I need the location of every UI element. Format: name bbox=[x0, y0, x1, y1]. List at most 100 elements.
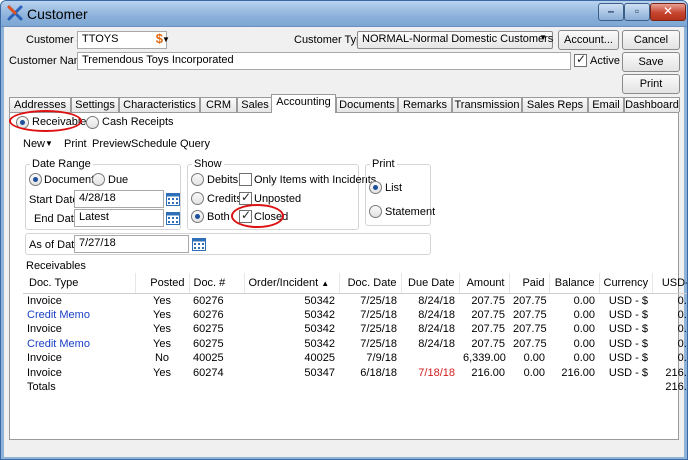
table-row[interactable]: Invoice No 40025 40025 7/9/18 6,339.00 0… bbox=[23, 351, 687, 366]
print-button[interactable]: Print bbox=[622, 74, 680, 94]
both-radio[interactable] bbox=[191, 210, 204, 223]
tab-crm[interactable]: CRM bbox=[200, 97, 237, 112]
toolbar-print-button[interactable]: Print bbox=[64, 138, 87, 150]
as-of-date-field[interactable]: 7/27/18 bbox=[74, 235, 189, 253]
totals-label: Totals bbox=[27, 381, 56, 394]
toolbar-query-button[interactable]: Query bbox=[180, 138, 210, 150]
tab-settings[interactable]: Settings bbox=[71, 97, 119, 112]
tab-dashboard[interactable]: Dashboard bbox=[624, 97, 680, 112]
cell-posted: Yes bbox=[153, 294, 171, 307]
chevron-down-icon[interactable]: ▼ bbox=[162, 35, 170, 44]
cell-doc-number: 60275 bbox=[193, 323, 224, 336]
calendar-icon[interactable] bbox=[192, 237, 206, 251]
tab-documents[interactable]: Documents bbox=[336, 97, 398, 112]
customer-name-field[interactable]: Tremendous Toys Incorporated bbox=[77, 52, 571, 70]
cell-usd: 0.00 bbox=[677, 294, 687, 307]
cell-doc-type: Invoice bbox=[27, 323, 62, 336]
sort-asc-icon: ▲ bbox=[321, 278, 330, 288]
calendar-icon[interactable] bbox=[166, 192, 180, 206]
table-row[interactable]: Credit Memo Yes 60276 50342 7/25/18 8/24… bbox=[23, 308, 687, 323]
toolbar-schedule-button[interactable]: Schedule bbox=[131, 138, 177, 150]
print-statement-radio[interactable] bbox=[369, 205, 382, 218]
cell-doc-type: Invoice bbox=[27, 366, 62, 379]
cell-due-date: 8/24/18 bbox=[418, 308, 455, 321]
calendar-icon[interactable] bbox=[166, 211, 180, 225]
totals-usd: 216.00 bbox=[665, 381, 687, 394]
toolbar-preview-button[interactable]: Preview bbox=[92, 138, 131, 150]
save-button[interactable]: Save bbox=[622, 52, 680, 72]
table-row[interactable]: Invoice Yes 60276 50342 7/25/18 8/24/18 … bbox=[23, 293, 687, 308]
debits-radio[interactable] bbox=[191, 173, 204, 186]
tab-characteristics[interactable]: Characteristics bbox=[119, 97, 200, 112]
col-doc-date[interactable]: Doc. Date bbox=[339, 273, 402, 294]
document-date-label: Document bbox=[44, 174, 95, 186]
customer-window: Customer – ▫ ✕ Customer #: TTOYS $ ▼ Cus… bbox=[0, 0, 688, 460]
col-usd[interactable]: USD-$) bbox=[652, 273, 687, 294]
col-order-incident[interactable]: Order/Incident ▲ bbox=[244, 273, 340, 294]
col-due-date[interactable]: Due Date bbox=[401, 273, 460, 294]
date-range-title: Date Range bbox=[30, 158, 93, 170]
tab-sales-reps[interactable]: Sales Reps bbox=[522, 97, 588, 112]
cell-doc-type: Invoice bbox=[27, 294, 62, 307]
minimize-button[interactable]: – bbox=[598, 3, 624, 21]
cell-doc-type[interactable]: Credit Memo bbox=[23, 308, 135, 323]
credits-radio[interactable] bbox=[191, 192, 204, 205]
unposted-checkbox[interactable] bbox=[239, 190, 252, 205]
close-window-button[interactable]: ✕ bbox=[650, 3, 686, 21]
maximize-button[interactable]: ▫ bbox=[624, 3, 650, 21]
tab-email[interactable]: Email bbox=[588, 97, 624, 112]
cell-doc-number: 60274 bbox=[193, 366, 224, 379]
col-currency[interactable]: Currency bbox=[599, 273, 653, 294]
table-row[interactable]: Invoice Yes 60274 50347 6/18/18 7/18/18 … bbox=[23, 366, 687, 381]
chevron-down-icon: ▼ bbox=[539, 33, 547, 42]
cash-receipts-radio[interactable] bbox=[86, 116, 99, 129]
customer-number-field[interactable]: TTOYS $ bbox=[77, 31, 167, 49]
col-doc-number[interactable]: Doc. # bbox=[189, 273, 245, 294]
cancel-button[interactable]: Cancel bbox=[622, 30, 680, 50]
col-amount[interactable]: Amount bbox=[459, 273, 510, 294]
col-balance[interactable]: Balance bbox=[549, 273, 600, 294]
col-doc-type[interactable]: Doc. Type bbox=[23, 273, 136, 294]
tab-transmission[interactable]: Transmission bbox=[452, 97, 522, 112]
chevron-down-icon[interactable]: ▼ bbox=[45, 139, 53, 148]
start-date-field[interactable]: 4/28/18 bbox=[74, 190, 164, 208]
cell-balance: 0.00 bbox=[573, 323, 595, 336]
tab-remarks[interactable]: Remarks bbox=[398, 97, 452, 112]
cell-amount: 216.00 bbox=[471, 366, 505, 379]
col-paid[interactable]: Paid bbox=[509, 273, 550, 294]
cell-usd: 0.00 bbox=[677, 323, 687, 336]
cell-due-date bbox=[401, 351, 459, 366]
cell-balance: 0.00 bbox=[573, 352, 595, 365]
table-row[interactable]: Invoice Yes 60275 50342 7/25/18 8/24/18 … bbox=[23, 322, 687, 337]
cell-due-date: 8/24/18 bbox=[418, 337, 455, 350]
customer-type-select[interactable]: NORMAL-Normal Domestic Customers ▼ bbox=[357, 31, 553, 49]
print-list-radio[interactable] bbox=[369, 181, 382, 194]
table-row[interactable]: Credit Memo Yes 60275 50342 7/25/18 8/24… bbox=[23, 337, 687, 352]
cell-usd: 0.00 bbox=[677, 337, 687, 350]
document-date-radio[interactable] bbox=[29, 173, 42, 186]
cell-order: 50342 bbox=[304, 323, 335, 336]
tab-sales[interactable]: Sales bbox=[237, 97, 273, 112]
customer-number-value: TTOYS bbox=[82, 33, 119, 45]
active-checkbox[interactable] bbox=[574, 52, 587, 67]
col-posted[interactable]: Posted bbox=[135, 273, 190, 294]
account-button[interactable]: Account... bbox=[558, 30, 619, 50]
due-date-radio[interactable] bbox=[92, 173, 105, 186]
cell-doc-date: 7/25/18 bbox=[360, 308, 397, 321]
tab-accounting[interactable]: Accounting bbox=[271, 94, 336, 113]
due-date-label: Due bbox=[108, 174, 129, 186]
only-incidents-checkbox[interactable] bbox=[239, 173, 252, 186]
cell-doc-type[interactable]: Credit Memo bbox=[23, 337, 135, 352]
end-date-field[interactable]: Latest bbox=[74, 209, 164, 227]
cell-currency: USD - $ bbox=[608, 308, 648, 321]
new-menu-button[interactable]: New bbox=[23, 138, 45, 150]
cell-amount: 6,339.00 bbox=[463, 352, 506, 365]
cell-due-date-overdue: 7/18/18 bbox=[418, 366, 455, 379]
cell-doc-date: 7/25/18 bbox=[360, 337, 397, 350]
cell-amount: 207.75 bbox=[471, 294, 505, 307]
cell-paid: 0.00 bbox=[523, 366, 545, 379]
cell-paid: 207.75 bbox=[513, 337, 547, 350]
cell-balance: 0.00 bbox=[573, 308, 595, 321]
cell-doc-date: 7/25/18 bbox=[360, 294, 397, 307]
cell-order: 40025 bbox=[304, 352, 335, 365]
